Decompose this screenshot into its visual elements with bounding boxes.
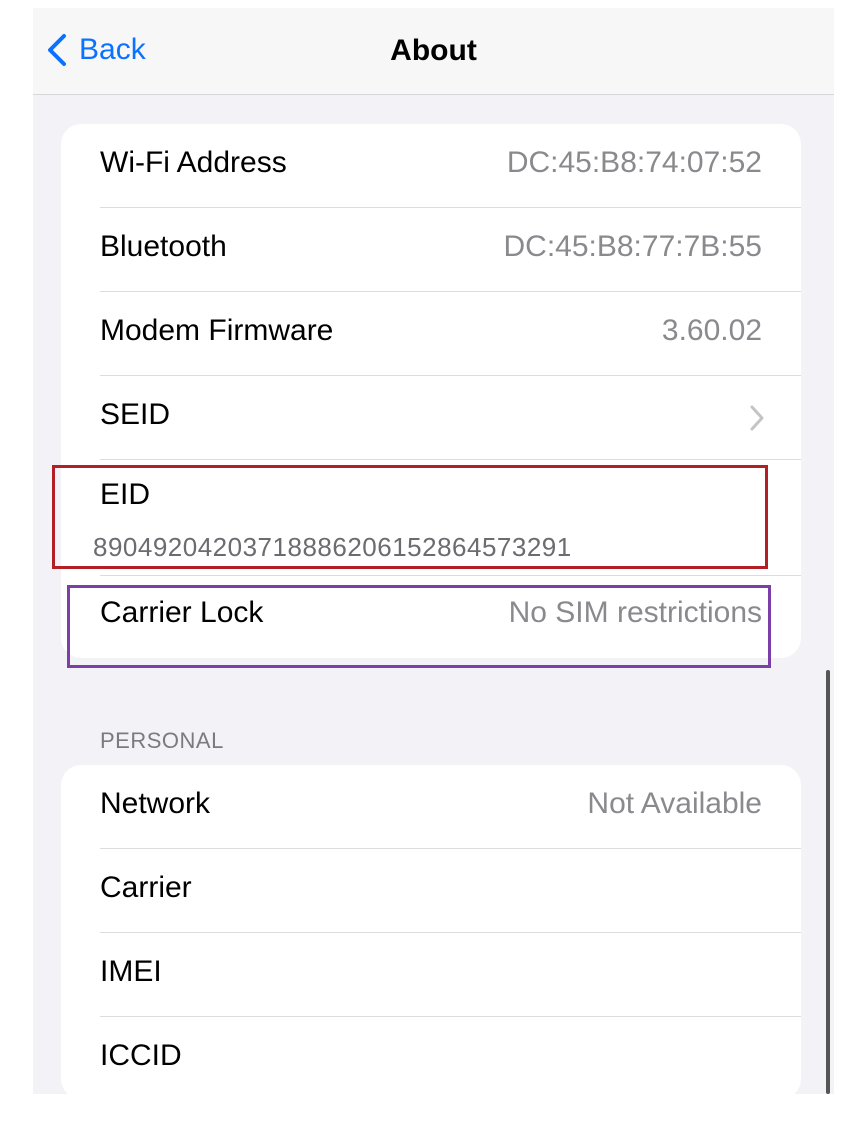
wifi-address-value: DC:45:B8:74:07:52 bbox=[506, 146, 762, 179]
modem-firmware-label: Modem Firmware bbox=[100, 314, 334, 347]
wifi-address-label: Wi-Fi Address bbox=[100, 146, 287, 179]
carrier-label: Carrier bbox=[100, 871, 192, 904]
carrier-lock-highlight-box bbox=[67, 585, 771, 668]
personal-info-group: Network Not Available Carrier IMEI ICCID bbox=[61, 765, 801, 1094]
row-wifi-address: Wi-Fi Address DC:45:B8:74:07:52 bbox=[61, 124, 801, 208]
row-bluetooth: Bluetooth DC:45:B8:77:7B:55 bbox=[61, 208, 801, 292]
modem-firmware-value: 3.60.02 bbox=[661, 314, 762, 347]
row-imei: IMEI bbox=[61, 933, 801, 1017]
eid-highlight-box bbox=[52, 465, 768, 569]
seid-label: SEID bbox=[100, 398, 171, 431]
bluetooth-value: DC:45:B8:77:7B:55 bbox=[503, 230, 762, 263]
imei-label: IMEI bbox=[100, 955, 162, 988]
iccid-label: ICCID bbox=[100, 1039, 182, 1072]
row-seid[interactable]: SEID bbox=[61, 376, 801, 460]
row-iccid: ICCID bbox=[61, 1017, 801, 1094]
bluetooth-label: Bluetooth bbox=[100, 230, 227, 263]
network-label: Network bbox=[100, 787, 211, 820]
scrollbar[interactable] bbox=[826, 670, 830, 1094]
chevron-right-icon bbox=[750, 405, 764, 431]
about-info-group: Wi-Fi Address DC:45:B8:74:07:52 Bluetoot… bbox=[61, 124, 801, 658]
section-header-personal: PERSONAL bbox=[100, 728, 224, 753]
page-title: About bbox=[390, 34, 477, 67]
row-network: Network Not Available bbox=[61, 765, 801, 849]
navigation-bar: Back About bbox=[33, 8, 834, 95]
network-value: Not Available bbox=[587, 787, 762, 820]
row-carrier: Carrier bbox=[61, 849, 801, 933]
row-modem-firmware: Modem Firmware 3.60.02 bbox=[61, 292, 801, 376]
